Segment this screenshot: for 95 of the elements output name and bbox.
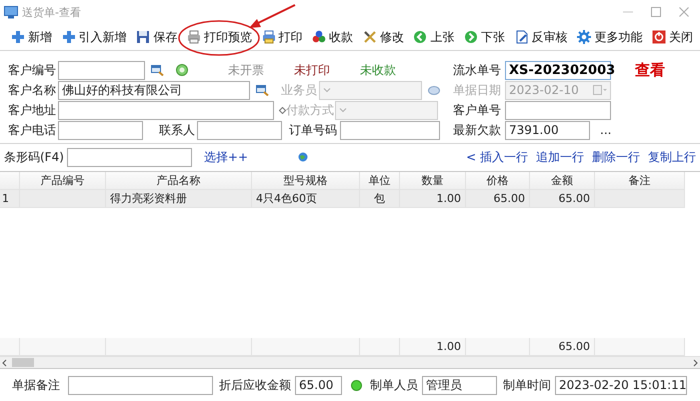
toolbar-button[interactable]: 下张: [463, 26, 506, 48]
toolbar-button[interactable]: 保存: [135, 26, 178, 48]
search-icon: [256, 84, 269, 96]
window-icon: [4, 6, 18, 18]
select-link[interactable]: 选择++: [204, 148, 248, 166]
diamond-icon: [279, 106, 286, 114]
field-label: 客户名称: [8, 82, 57, 98]
field-label: 业务员: [280, 82, 317, 98]
column-header[interactable]: 价格: [466, 172, 530, 190]
field-label: 客户地址: [8, 102, 57, 118]
status-text: 未收款: [360, 62, 396, 78]
input-field[interactable]: [58, 120, 143, 140]
plus-icon: [62, 30, 76, 44]
status-text: 未开票: [228, 62, 264, 78]
input-field[interactable]: 7391.00: [505, 120, 590, 140]
status-text: 未打印: [294, 62, 330, 78]
table-cell: 包: [360, 190, 400, 208]
horizontal-scrollbar[interactable]: [0, 356, 700, 368]
maximize-icon: [650, 6, 662, 18]
plus-icon: [11, 30, 25, 44]
table-cell: 1.00: [400, 190, 466, 208]
input-field[interactable]: 2023-02-20 15:01:11: [555, 376, 687, 395]
input-field[interactable]: 65.00: [295, 376, 342, 395]
circle-icon: [176, 64, 188, 76]
field-label: 流水单号: [453, 62, 502, 78]
field-label: 单据日期: [453, 82, 502, 98]
column-header[interactable]: 单位: [360, 172, 400, 190]
field-label: 联系人: [158, 122, 195, 138]
field-label: 制单人员: [370, 377, 418, 394]
field-label: 折后应收金额: [219, 377, 291, 394]
toolbar-button[interactable]: 关闭: [650, 26, 694, 48]
column-header[interactable]: 产品编号: [20, 172, 106, 190]
row-action-link[interactable]: < 插入一行: [466, 148, 528, 166]
table-cell: 4只4色60页: [252, 190, 360, 208]
input-field[interactable]: [68, 376, 213, 395]
input-field[interactable]: 佛山好的科技有限公司: [58, 80, 250, 100]
field-label: 条形码(F4): [4, 148, 64, 166]
field-label: 客户单号: [453, 102, 502, 118]
toolbar-button[interactable]: 新增: [10, 26, 53, 48]
toolbar-button[interactable]: 上张: [412, 26, 456, 48]
mode-label: 查看: [635, 60, 665, 80]
caret-icon: [339, 107, 347, 113]
table-cell: 65.00: [466, 190, 530, 208]
total-cell: 65.00: [530, 338, 595, 356]
field-label: 单据备注: [12, 377, 60, 394]
field-label: 客户电话: [8, 122, 57, 138]
row-action-link[interactable]: 复制上行: [648, 148, 696, 166]
toolbar-button[interactable]: 修改: [362, 26, 405, 48]
search-icon: [151, 64, 164, 76]
globe-icon: [298, 152, 308, 162]
colored-balls-icon: [312, 30, 326, 44]
toolbar-button[interactable]: 反审核: [514, 26, 569, 48]
column-header[interactable]: 数量: [400, 172, 466, 190]
toolbar-button[interactable]: 更多功能: [576, 26, 644, 48]
printer-icon: [186, 30, 201, 44]
toolbar-button[interactable]: 引入新增: [60, 26, 128, 48]
field-label: 付款方式: [286, 102, 332, 118]
printer-icon: [262, 30, 276, 44]
more-button[interactable]: ...: [600, 123, 612, 137]
pointer-arrow: [248, 4, 296, 30]
status-dot-icon: [351, 380, 362, 391]
scrollbar-thumb[interactable]: [12, 358, 34, 367]
toolbar-button[interactable]: 打印: [260, 26, 304, 48]
field-label: 订单号码: [288, 122, 337, 138]
column-header[interactable]: 型号规格: [252, 172, 360, 190]
crossed-tools-icon: [362, 30, 377, 44]
field-label: 最新欠款: [453, 122, 502, 138]
window-title: 送货单-查看: [22, 4, 81, 20]
column-header[interactable]: 产品名称: [106, 172, 252, 190]
close-icon: [678, 6, 690, 18]
input-field[interactable]: 管理员: [422, 376, 497, 395]
header-corner: [0, 172, 20, 190]
document-pencil-icon: [514, 30, 529, 44]
table-cell: 65.00: [530, 190, 595, 208]
caret-icon: [323, 87, 331, 93]
field-label: 客户编号: [8, 62, 57, 78]
input-field[interactable]: [197, 120, 282, 140]
toolbar-button[interactable]: 收款: [311, 26, 354, 48]
calendar-icon: [593, 85, 607, 95]
row-action-link[interactable]: 删除一行: [592, 148, 640, 166]
power-icon: [652, 30, 666, 44]
table-cell: 得力亮彩资料册: [106, 190, 252, 208]
input-field[interactable]: [58, 100, 274, 120]
total-cell: 1.00: [400, 338, 466, 356]
row-number: 1: [0, 190, 20, 208]
gem-icon: [428, 86, 440, 94]
column-header[interactable]: 备注: [595, 172, 685, 190]
column-header[interactable]: 金额: [530, 172, 595, 190]
field-label: 制单时间: [503, 377, 551, 394]
row-action-link[interactable]: 追加一行: [536, 148, 584, 166]
input-field[interactable]: [66, 148, 192, 166]
input-field[interactable]: [340, 120, 440, 140]
gear-icon: [577, 30, 592, 44]
input-field[interactable]: [58, 60, 145, 80]
input-field[interactable]: [505, 100, 611, 120]
